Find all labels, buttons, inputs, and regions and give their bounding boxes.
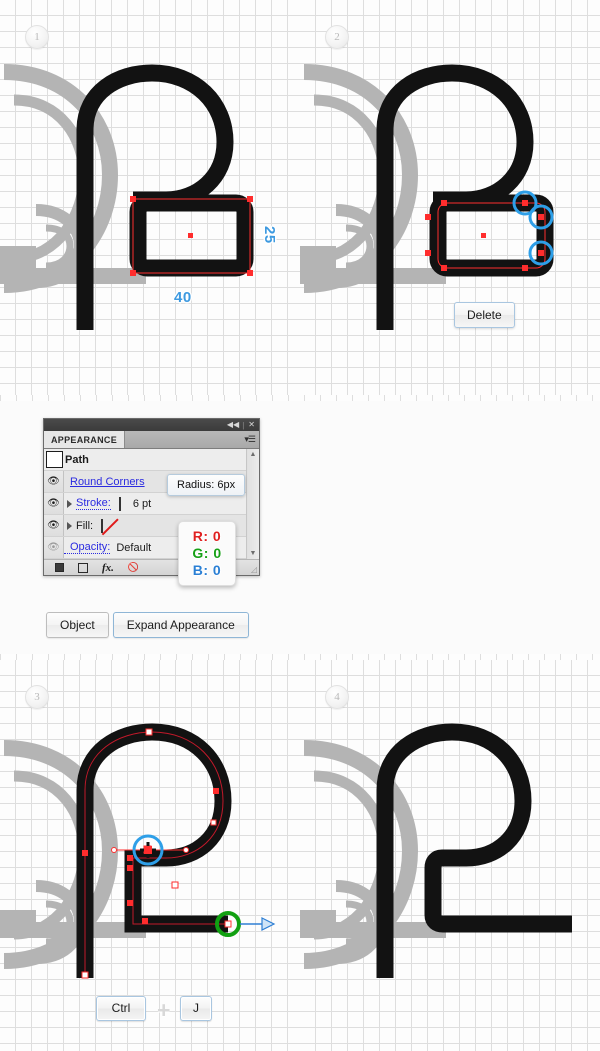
appearance-row-stroke-label[interactable]: Stroke: bbox=[76, 497, 111, 510]
step-2-canvas: 2 bbox=[300, 0, 600, 395]
ghost-letters bbox=[0, 64, 146, 293]
radius-tooltip: Radius: 6px bbox=[167, 474, 246, 496]
appearance-row-fill-label: Fill: bbox=[76, 519, 94, 532]
j-key-button[interactable]: J bbox=[180, 996, 212, 1021]
visibility-toggle-round-corners[interactable]: 👁 bbox=[44, 471, 64, 492]
step-badge-3: 3 bbox=[25, 685, 49, 709]
new-fill-icon[interactable] bbox=[55, 563, 64, 572]
panel-tab-row: APPEARANCE ▾☰ bbox=[44, 431, 259, 449]
visibility-toggle-fill[interactable]: 👁 bbox=[44, 515, 64, 536]
appearance-row-opacity-label[interactable]: Opacity: bbox=[64, 541, 111, 554]
rgb-tooltip: R: 0 G: 0 B: 0 bbox=[178, 521, 236, 587]
appearance-row-opacity-value[interactable]: Default bbox=[116, 542, 151, 554]
rgb-b-value: B: 0 bbox=[192, 562, 222, 579]
tutorial-page: 1 40 25 2 Delete ◀◀ | ✕ APPEARANCE ▾☰ Pa… bbox=[0, 0, 600, 1051]
step-2-artwork bbox=[300, 64, 554, 330]
panel-menu-icon[interactable]: ▾☰ bbox=[244, 435, 256, 444]
scroll-down-arrow-icon[interactable]: ▼ bbox=[250, 548, 257, 559]
expand-appearance-button[interactable]: Expand Appearance bbox=[112, 612, 249, 638]
ghost-letters bbox=[300, 64, 446, 293]
step-4-canvas: 4 bbox=[300, 660, 600, 1051]
new-stroke-icon[interactable] bbox=[78, 562, 88, 573]
appearance-row-path-label: Path bbox=[65, 453, 89, 466]
object-menu-button[interactable]: Object bbox=[46, 612, 109, 638]
panel-titlebar: ◀◀ | ✕ bbox=[44, 419, 259, 431]
panel-menu-area: ▾☰ bbox=[125, 431, 259, 448]
step-1-canvas: 1 40 25 bbox=[0, 0, 300, 395]
panel-scrollbar[interactable]: ▲ ▼ bbox=[246, 449, 259, 559]
visibility-toggle-opacity[interactable]: 👁 bbox=[44, 537, 64, 558]
close-icon[interactable]: ✕ bbox=[248, 421, 255, 429]
ghost-letters bbox=[0, 740, 146, 969]
fx-icon[interactable]: fx. bbox=[102, 562, 114, 574]
rgb-g-value: G: 0 bbox=[192, 545, 222, 562]
eye-icon: 👁 bbox=[47, 475, 60, 487]
clear-appearance-icon[interactable]: 🚫 bbox=[128, 563, 139, 572]
step-badge-1: 1 bbox=[25, 25, 49, 49]
step-3-canvas: 3 bbox=[0, 660, 300, 1051]
step-badge-2: 2 bbox=[325, 25, 349, 49]
resize-grip-icon[interactable]: ◿ bbox=[251, 565, 257, 574]
visibility-toggle-stroke[interactable]: 👁 bbox=[44, 493, 64, 514]
eye-icon: 👁 bbox=[47, 519, 60, 531]
step-badge-4: 4 bbox=[325, 685, 349, 709]
measure-height-label: 25 bbox=[261, 226, 278, 244]
disclosure-triangle-icon[interactable] bbox=[67, 499, 72, 508]
fill-color-swatch[interactable] bbox=[101, 518, 104, 533]
titlebar-separator: | bbox=[242, 420, 245, 430]
stroke-color-swatch[interactable] bbox=[118, 496, 121, 511]
menu-button-row: Object Expand Appearance bbox=[46, 612, 249, 638]
tab-appearance[interactable]: APPEARANCE bbox=[44, 431, 126, 448]
collapse-icon[interactable]: ◀◀ bbox=[227, 421, 239, 429]
ghost-letters bbox=[300, 740, 446, 969]
disclosure-triangle-icon[interactable] bbox=[67, 521, 72, 530]
appearance-row-path[interactable]: Path bbox=[44, 449, 259, 471]
appearance-row-round-corners-label[interactable]: Round Corners bbox=[64, 476, 145, 488]
measure-width-label: 40 bbox=[174, 289, 192, 306]
scroll-up-arrow-icon[interactable]: ▲ bbox=[250, 449, 257, 460]
appearance-row-stroke[interactable]: 👁 Stroke: 6 pt bbox=[44, 493, 259, 515]
eye-icon: 👁 bbox=[47, 497, 60, 509]
path-thumbnail bbox=[45, 450, 64, 469]
step-3-artwork bbox=[0, 723, 276, 979]
rgb-r-value: R: 0 bbox=[192, 528, 222, 544]
grid-strip-top bbox=[0, 395, 600, 401]
step-4-artwork bbox=[300, 723, 572, 978]
step-1-artwork bbox=[0, 64, 254, 330]
delete-key-button[interactable]: Delete bbox=[454, 302, 515, 328]
appearance-row-stroke-value[interactable]: 6 pt bbox=[133, 498, 151, 510]
ctrl-key-button[interactable]: Ctrl bbox=[96, 996, 146, 1021]
eye-icon: 👁 bbox=[47, 541, 60, 553]
plus-separator-icon: + bbox=[157, 997, 171, 1023]
